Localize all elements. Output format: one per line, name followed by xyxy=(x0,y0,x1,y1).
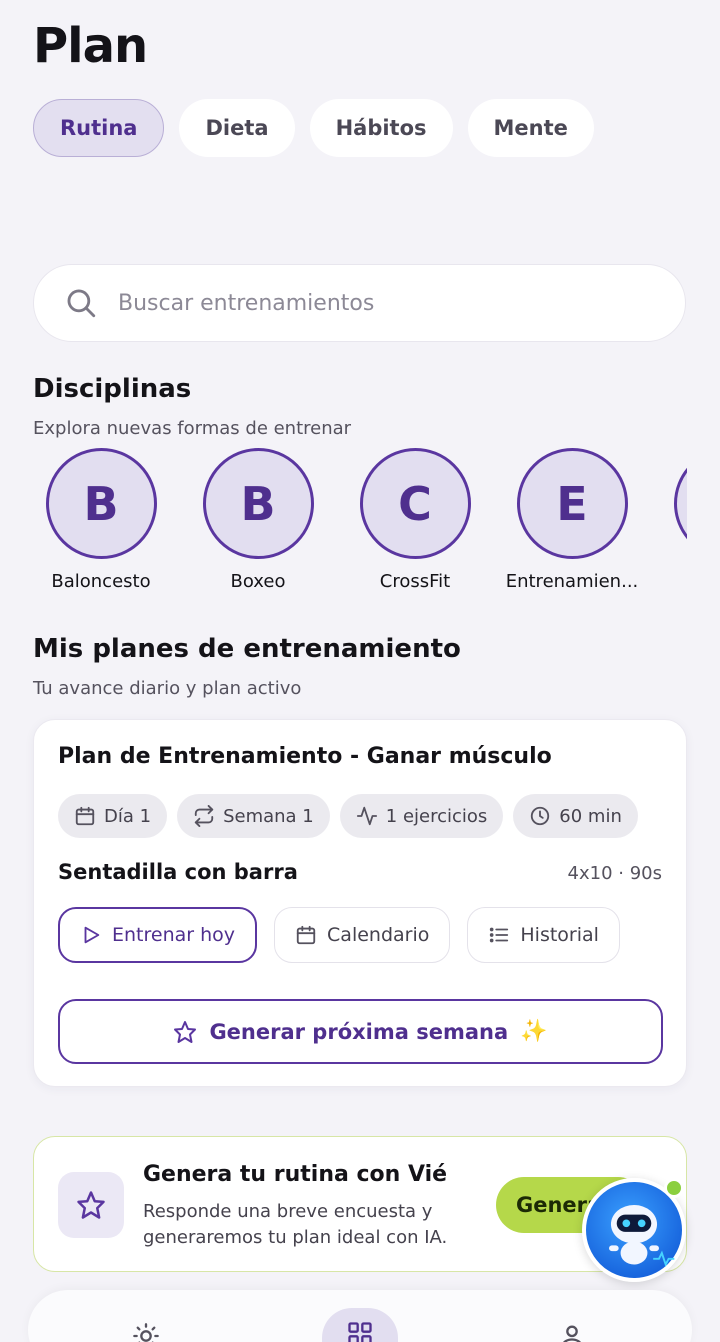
clock-icon xyxy=(531,806,550,826)
search-placeholder: Buscar entrenamientos xyxy=(118,290,375,316)
search-input[interactable]: Buscar entrenamientos xyxy=(33,264,686,342)
discipline-label: Boxeo xyxy=(230,571,286,592)
plans-subtitle: Tu avance diario y plan activo xyxy=(33,678,302,699)
list-icon xyxy=(490,927,509,943)
grid-icon xyxy=(348,1322,372,1342)
generate-next-week-button[interactable]: Generar próxima semana ✨ xyxy=(58,999,663,1064)
nav-plan[interactable] xyxy=(322,1308,398,1342)
ai-card-description: Responde una breve encuesta y generaremo… xyxy=(143,1201,448,1248)
train-today-button[interactable]: Entrenar hoy xyxy=(58,907,258,963)
week-chip: Semana 1 xyxy=(177,794,330,838)
bottom-navigation xyxy=(28,1290,692,1342)
duration-chip-label: 60 min xyxy=(559,805,622,827)
play-icon xyxy=(84,926,100,944)
week-chip-label: Semana 1 xyxy=(223,805,314,827)
sparkle-icon: ✨ xyxy=(520,1019,548,1044)
discipline-item[interactable]: E Entrenamien... xyxy=(502,448,642,592)
disciplines-subtitle: Explora nuevas formas de entrenar xyxy=(33,418,352,439)
tab-habitos[interactable]: Hábitos xyxy=(309,99,453,157)
discipline-label: CrossFit xyxy=(379,571,451,592)
calendar-label: Calendario xyxy=(327,924,430,946)
discipline-avatar xyxy=(673,448,687,559)
generate-label: Generar próxima semana xyxy=(209,1019,509,1044)
plan-chips: Día 1 Semana 1 1 ejercicios 60 min xyxy=(58,794,638,838)
star-icon xyxy=(174,1020,197,1043)
discipline-avatar: B xyxy=(202,448,314,559)
page-title: Plan xyxy=(33,18,148,74)
star-icon xyxy=(77,1191,105,1219)
discipline-item[interactable]: B Boxeo xyxy=(188,448,328,592)
discipline-avatar: E xyxy=(516,448,628,559)
train-today-label: Entrenar hoy xyxy=(112,924,236,946)
exercises-chip-label: 1 ejercicios xyxy=(385,805,488,827)
tab-dieta[interactable]: Dieta xyxy=(179,99,295,157)
activity-icon xyxy=(356,806,377,826)
user-icon xyxy=(563,1325,581,1342)
calendar-icon xyxy=(296,925,316,945)
day-chip: Día 1 xyxy=(58,794,168,838)
history-button[interactable]: Historial xyxy=(467,907,620,963)
plans-title: Mis planes de entrenamiento xyxy=(33,634,461,664)
discipline-label: Entrenamien... xyxy=(505,571,639,592)
disciplines-carousel[interactable]: B Baloncesto B Boxeo C CrossFit E Entren… xyxy=(33,448,687,608)
discipline-item[interactable]: B Baloncesto xyxy=(33,448,171,592)
nav-home[interactable] xyxy=(116,1304,176,1342)
discipline-avatar: B xyxy=(45,448,157,559)
exercise-meta: 4x10 · 90s xyxy=(567,863,662,884)
plan-tabs: Rutina Dieta Hábitos Mente xyxy=(33,99,594,157)
ai-card-title: Genera tu rutina con Vié xyxy=(143,1162,448,1187)
calendar-button[interactable]: Calendario xyxy=(274,907,451,963)
tab-rutina[interactable]: Rutina xyxy=(33,99,165,157)
nav-profile[interactable] xyxy=(542,1304,602,1342)
plan-actions: Entrenar hoy Calendario Historial xyxy=(58,907,620,963)
exercises-chip: 1 ejercicios xyxy=(339,794,504,838)
repeat-icon xyxy=(194,805,214,827)
ai-card-icon xyxy=(58,1172,124,1238)
discipline-item-partial[interactable] xyxy=(659,448,687,559)
day-chip-label: Día 1 xyxy=(104,805,152,827)
plan-card: Plan de Entrenamiento - Ganar músculo Dí… xyxy=(33,719,687,1087)
calendar-icon xyxy=(75,806,95,826)
exercise-name: Sentadilla con barra xyxy=(58,860,298,884)
sun-icon xyxy=(133,1323,159,1342)
disciplines-title: Disciplinas xyxy=(33,374,192,404)
online-status-dot xyxy=(664,1178,684,1198)
duration-chip: 60 min xyxy=(513,794,638,838)
history-label: Historial xyxy=(520,924,599,946)
discipline-label: Baloncesto xyxy=(51,571,151,592)
discipline-item[interactable]: C CrossFit xyxy=(345,448,485,592)
tab-mente[interactable]: Mente xyxy=(467,99,594,157)
plan-name: Plan de Entrenamiento - Ganar músculo xyxy=(58,744,552,769)
search-icon xyxy=(67,289,96,318)
discipline-avatar: C xyxy=(359,448,471,559)
